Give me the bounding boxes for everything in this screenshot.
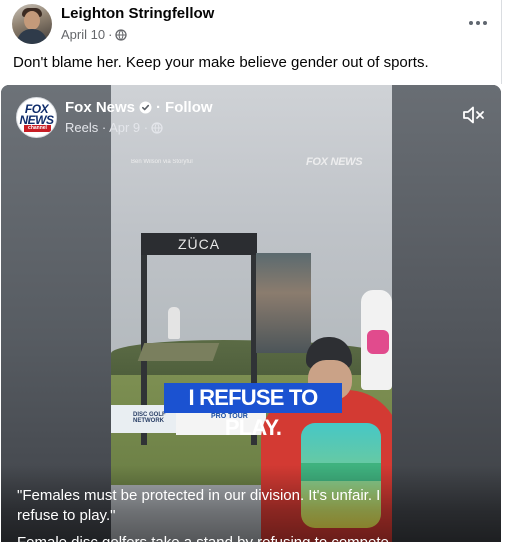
globe-icon: [151, 121, 163, 134]
more-dot: [483, 21, 487, 25]
reel-meta: Reels · Apr 9 ·: [65, 120, 163, 135]
reel-description[interactable]: Female disc golfers take a stand by refu…: [17, 533, 437, 542]
reel-quote: "Females must be protected in our divisi…: [17, 487, 381, 524]
speaker-muted-icon: [463, 106, 484, 124]
channel-logo-sub: channel: [24, 125, 51, 132]
post-date[interactable]: April 10: [61, 27, 105, 42]
author-avatar[interactable]: [12, 4, 52, 44]
more-dot: [469, 21, 473, 25]
player-figure: [168, 307, 180, 339]
more-dot: [476, 21, 480, 25]
banner-left-text: DISC GOLF NETWORK: [133, 412, 166, 424]
post-border: [501, 0, 502, 84]
meta-separator: ·: [108, 27, 113, 42]
mute-toggle-button[interactable]: [461, 104, 485, 126]
video-watermark: FOX NEWS: [306, 156, 363, 168]
more-options-button[interactable]: [466, 14, 490, 32]
follow-button[interactable]: Follow: [165, 99, 213, 116]
channel-logo-text: FOX NEWS: [19, 102, 55, 127]
tee-mat: [137, 343, 220, 361]
avatar-body: [17, 29, 47, 44]
reel-meta-text: Reels · Apr 9 ·: [65, 120, 149, 135]
gate-sign-text: ZÜCA: [177, 236, 221, 252]
video-subtitle: I REFUSE TO PLAY.: [164, 383, 342, 440]
post-header: Leighton Stringfellow April 10 ·: [12, 4, 498, 44]
globe-icon: [115, 28, 128, 41]
channel-avatar[interactable]: FOX NEWS channel: [16, 97, 57, 138]
gate-poster: [256, 253, 311, 353]
facebook-post: Leighton Stringfellow April 10 · Don't b…: [0, 0, 510, 542]
channel-header: Fox News · Follow: [65, 99, 213, 116]
gate-sign: ZÜCA: [141, 233, 257, 255]
channel-name[interactable]: Fox News: [65, 99, 135, 116]
spectator-bag: [367, 330, 389, 354]
post-meta: April 10 ·: [61, 27, 128, 42]
avatar-face: [24, 11, 40, 30]
follow-separator: ·: [156, 99, 162, 116]
post-caption: Don't blame her. Keep your make believe …: [13, 54, 429, 71]
verified-badge-icon: [139, 101, 152, 114]
author-name[interactable]: Leighton Stringfellow: [61, 5, 214, 22]
reel-video[interactable]: ZÜCA DISC GOLF NETWORK PRO TOUR Ben Wils…: [1, 85, 501, 542]
video-credit: Ben Wilson via Storyful: [131, 159, 193, 165]
